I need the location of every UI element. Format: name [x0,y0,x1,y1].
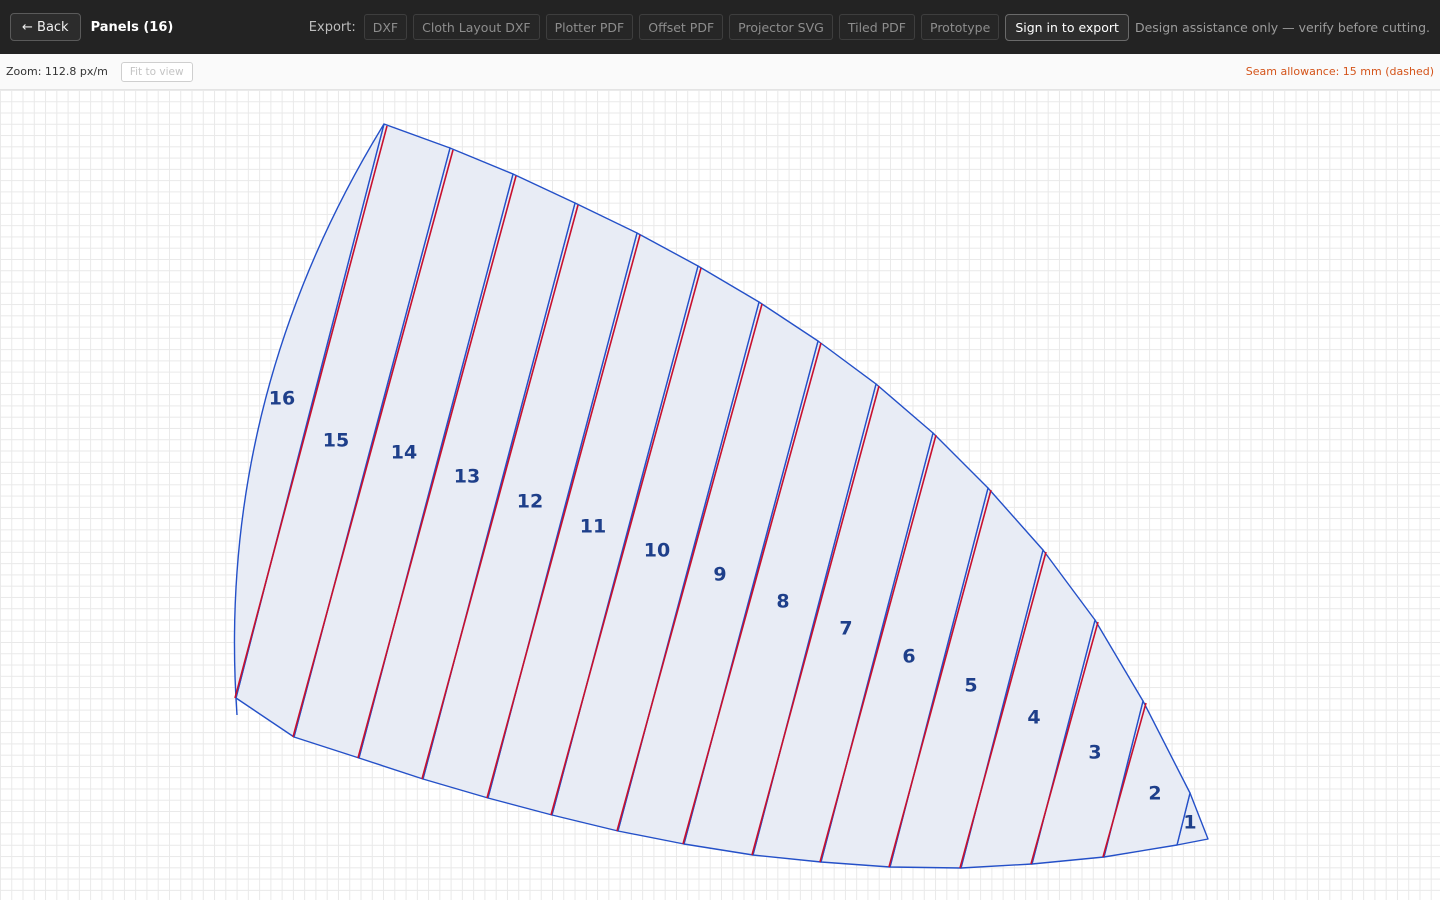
panel-label-6: 6 [902,646,915,668]
seam-allowance-text: Seam allowance: 15 mm (dashed) [1245,65,1434,78]
panel-label-4: 4 [1027,707,1040,729]
view-toolbar: Zoom: 112.8 px/m Fit to view Seam allowa… [0,54,1440,90]
panel-label-2: 2 [1148,783,1161,805]
export-dxf-button[interactable]: DXF [363,14,408,40]
export-group: Export: DXF Cloth Layout DXF Plotter PDF… [308,13,1430,41]
panel-label-13: 13 [454,466,480,488]
export-prototype-button[interactable]: Prototype [921,14,1000,40]
panel-label-12: 12 [517,491,543,513]
panel-label-10: 10 [644,540,670,562]
page-title: Panels (16) [90,19,174,35]
panel-label-7: 7 [839,618,852,640]
export-tiled-pdf-button[interactable]: Tiled PDF [838,14,915,40]
disclaimer-text: Design assistance only — verify before c… [1134,19,1430,35]
panel-drawing[interactable]: 12345678910111213141516 [0,90,1440,900]
top-bar: ← Back Panels (16) Export: DXF Cloth Lay… [0,0,1440,54]
panel-label-16: 16 [269,388,295,410]
panel-label-9: 9 [713,564,726,586]
panel-label-5: 5 [964,675,977,697]
back-label: ← Back [22,19,69,35]
zoom-readout: Zoom: 112.8 px/m [6,65,108,78]
panel-canvas[interactable]: 1 2 3 4 5 6 7 8 9 10 11 12 13 14 15 16 [0,90,1440,900]
panel-label-8: 8 [776,591,789,613]
panel-label-3: 3 [1088,742,1101,764]
export-offset-pdf-button[interactable]: Offset PDF [639,14,724,40]
fit-to-view-button[interactable]: Fit to view [120,61,193,82]
back-button[interactable]: ← Back [10,13,81,41]
export-cloth-layout-dxf-button[interactable]: Cloth Layout DXF [413,14,540,40]
sign-in-button[interactable]: Sign in to export [1005,13,1129,41]
export-plotter-pdf-button[interactable]: Plotter PDF [545,14,634,40]
export-projector-svg-button[interactable]: Projector SVG [729,14,833,40]
panel-label-1: 1 [1183,812,1196,834]
panel-label-11: 11 [580,516,606,538]
panel-label-14: 14 [391,442,417,464]
panel-label-15: 15 [323,430,349,452]
export-label: Export: [308,19,356,35]
